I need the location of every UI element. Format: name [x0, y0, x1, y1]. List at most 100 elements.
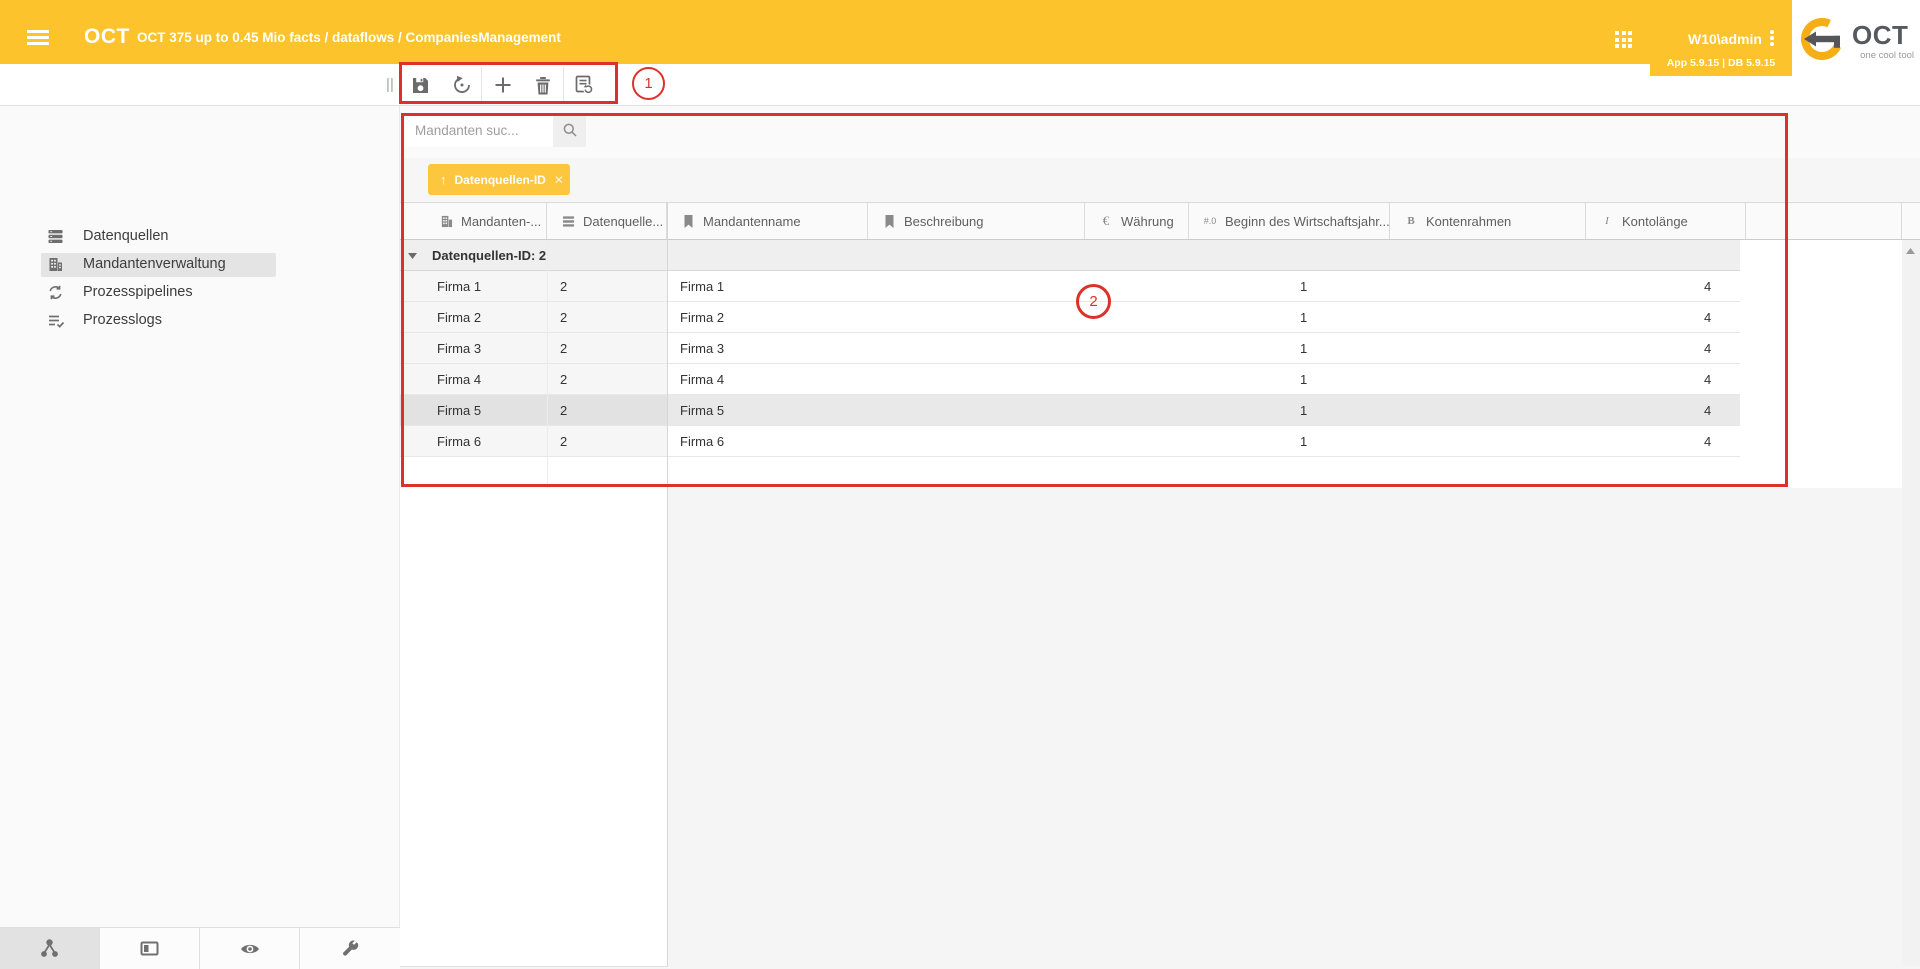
- cell-mandantenname[interactable]: Firma 3: [680, 333, 724, 364]
- cell-datenquellen-id[interactable]: 2: [560, 395, 567, 426]
- cell-datenquellen-id[interactable]: 2: [560, 271, 567, 302]
- bottom-tab-hierarchy[interactable]: [0, 928, 100, 969]
- cell-mandanten-id[interactable]: Firma 6: [437, 426, 481, 457]
- save-button[interactable]: [408, 73, 432, 97]
- row-scroll-cells: [668, 333, 1740, 364]
- toolbar-separator: [481, 67, 482, 103]
- sidebar-item-prozesspipelines[interactable]: Prozesspipelines: [0, 279, 400, 307]
- table-row[interactable]: Firma 6 2 Firma 6 1 4: [400, 426, 1902, 457]
- cell-datenquellen-id[interactable]: 2: [560, 333, 567, 364]
- row-scroll-cells: [668, 364, 1740, 395]
- toolbar-drag-handle[interactable]: [386, 78, 394, 97]
- sync-icon: [47, 284, 65, 302]
- group-row-label: Datenquellen-ID: 2: [432, 240, 546, 271]
- logo-text: OCT: [1852, 20, 1908, 51]
- table-row[interactable]: Firma 2 2 Firma 2 1 4: [400, 302, 1902, 333]
- cell-kontolaenge[interactable]: 4: [1704, 364, 1711, 395]
- add-button[interactable]: [491, 73, 515, 97]
- cell-kontolaenge[interactable]: 4: [1704, 426, 1711, 457]
- vertical-scrollbar[interactable]: [1902, 240, 1920, 966]
- restore-icon: [452, 75, 472, 95]
- cell-mandantenname[interactable]: Firma 2: [680, 302, 724, 333]
- bottom-tab-preview[interactable]: [200, 928, 300, 969]
- table-row[interactable]: Firma 3 2 Firma 3 1 4: [400, 333, 1902, 364]
- table-row[interactable]: Firma 1 2 Firma 1 1 4: [400, 271, 1902, 302]
- building-icon: [438, 215, 454, 228]
- column-label: Beschreibung: [904, 214, 984, 229]
- logo-tagline: one cool tool: [1792, 50, 1914, 61]
- restore-button[interactable]: [450, 73, 474, 97]
- table-row[interactable]: Firma 4 2 Firma 4 1 4: [400, 364, 1902, 395]
- group-row[interactable]: Datenquellen-ID: 2: [400, 240, 1902, 271]
- search-input[interactable]: [405, 113, 553, 147]
- column-header-beschreibung[interactable]: Beschreibung: [868, 203, 1085, 239]
- column-header-datenquellen-id[interactable]: Datenquelle...: [547, 203, 667, 239]
- kebab-menu-icon[interactable]: [1770, 30, 1774, 48]
- menu-icon[interactable]: [27, 30, 49, 48]
- row-scroll-cells: [668, 395, 1740, 426]
- cell-kontolaenge[interactable]: 4: [1704, 302, 1711, 333]
- cell-mandanten-id[interactable]: Firma 1: [437, 271, 481, 302]
- sidebar-item-datenquellen[interactable]: Datenquellen: [0, 223, 400, 251]
- cell-kontolaenge[interactable]: 4: [1704, 395, 1711, 426]
- column-header-kontenrahmen[interactable]: B Kontenrahmen: [1390, 203, 1586, 239]
- user-name: W10\admin: [1688, 31, 1762, 47]
- delete-button[interactable]: [531, 73, 555, 97]
- cell-mandantenname[interactable]: Firma 4: [680, 364, 724, 395]
- cell-mandanten-id[interactable]: Firma 4: [437, 364, 481, 395]
- scroll-up-icon[interactable]: [1906, 248, 1915, 254]
- playlist-check-icon: [47, 312, 65, 330]
- bold-icon: B: [1403, 215, 1419, 227]
- list-icon: [560, 215, 576, 228]
- sidebar-item-label: Datenquellen: [83, 228, 168, 244]
- cell-mandanten-id[interactable]: Firma 5: [437, 395, 481, 426]
- cell-beginn-wirtschaftsjahr[interactable]: 1: [1300, 271, 1307, 302]
- add-icon: [493, 75, 513, 95]
- wrench-icon: [340, 939, 360, 959]
- group-chip-datenquellen-id[interactable]: ↑ Datenquellen-ID ✕: [428, 164, 570, 195]
- chip-close-icon[interactable]: ✕: [554, 173, 564, 187]
- sidebar-item-prozesslogs[interactable]: Prozesslogs: [0, 307, 400, 335]
- column-header-mandanten-id[interactable]: Mandanten-...: [425, 203, 547, 239]
- apps-grid-icon[interactable]: [1615, 31, 1633, 49]
- bottom-tab-panel[interactable]: [100, 928, 200, 969]
- fixed-pane-divider: [667, 202, 668, 966]
- cell-beginn-wirtschaftsjahr[interactable]: 1: [1300, 333, 1307, 364]
- grid-bottom-border: [400, 966, 668, 967]
- chip-label: Datenquellen-ID: [455, 173, 546, 187]
- panel-layout-icon: [139, 938, 160, 959]
- cell-mandanten-id[interactable]: Firma 3: [437, 333, 481, 364]
- sidebar-item-mandantenverwaltung[interactable]: Mandantenverwaltung: [0, 251, 400, 279]
- collapse-triangle-icon[interactable]: [408, 253, 417, 259]
- cell-mandantenname[interactable]: Firma 5: [680, 395, 724, 426]
- italic-icon: I: [1599, 215, 1615, 227]
- cell-kontolaenge[interactable]: 4: [1704, 333, 1711, 364]
- bottom-tab-settings[interactable]: [300, 928, 400, 969]
- row-divider: [400, 456, 1740, 457]
- column-header-beginn-wirtschaftsjahr[interactable]: #.0 Beginn des Wirtschaftsjahr...: [1189, 203, 1390, 239]
- cell-mandanten-id[interactable]: Firma 2: [437, 302, 481, 333]
- column-header-mandantenname[interactable]: Mandantenname: [667, 203, 868, 239]
- cell-mandantenname[interactable]: Firma 6: [680, 426, 724, 457]
- cell-datenquellen-id[interactable]: 2: [560, 426, 567, 457]
- reset-layout-icon: [574, 75, 594, 95]
- column-label: Mandantenname: [703, 214, 801, 229]
- cell-beginn-wirtschaftsjahr[interactable]: 1: [1300, 426, 1307, 457]
- sort-ascending-icon: ↑: [440, 172, 447, 187]
- search-button[interactable]: [553, 113, 586, 147]
- table-row-selected[interactable]: Firma 5 2 Firma 5 1 4: [400, 395, 1902, 426]
- column-header-kontolaenge[interactable]: I Kontolänge: [1586, 203, 1746, 239]
- app-window: Mandanten-... Datenquelle... Mandantenna…: [0, 0, 1920, 969]
- cell-datenquellen-id[interactable]: 2: [560, 302, 567, 333]
- cell-beginn-wirtschaftsjahr[interactable]: 1: [1300, 395, 1307, 426]
- cell-beginn-wirtschaftsjahr[interactable]: 1: [1300, 302, 1307, 333]
- scrollbar-corner: [1902, 203, 1920, 239]
- cell-datenquellen-id[interactable]: 2: [560, 364, 567, 395]
- cell-kontolaenge[interactable]: 4: [1704, 271, 1711, 302]
- column-label: Kontolänge: [1622, 214, 1688, 229]
- cell-mandantenname[interactable]: Firma 1: [680, 271, 724, 302]
- column-header-waehrung[interactable]: € Währung: [1085, 203, 1189, 239]
- reset-layout-button[interactable]: [572, 73, 596, 97]
- cell-beginn-wirtschaftsjahr[interactable]: 1: [1300, 364, 1307, 395]
- app-title: OCT: [84, 25, 130, 49]
